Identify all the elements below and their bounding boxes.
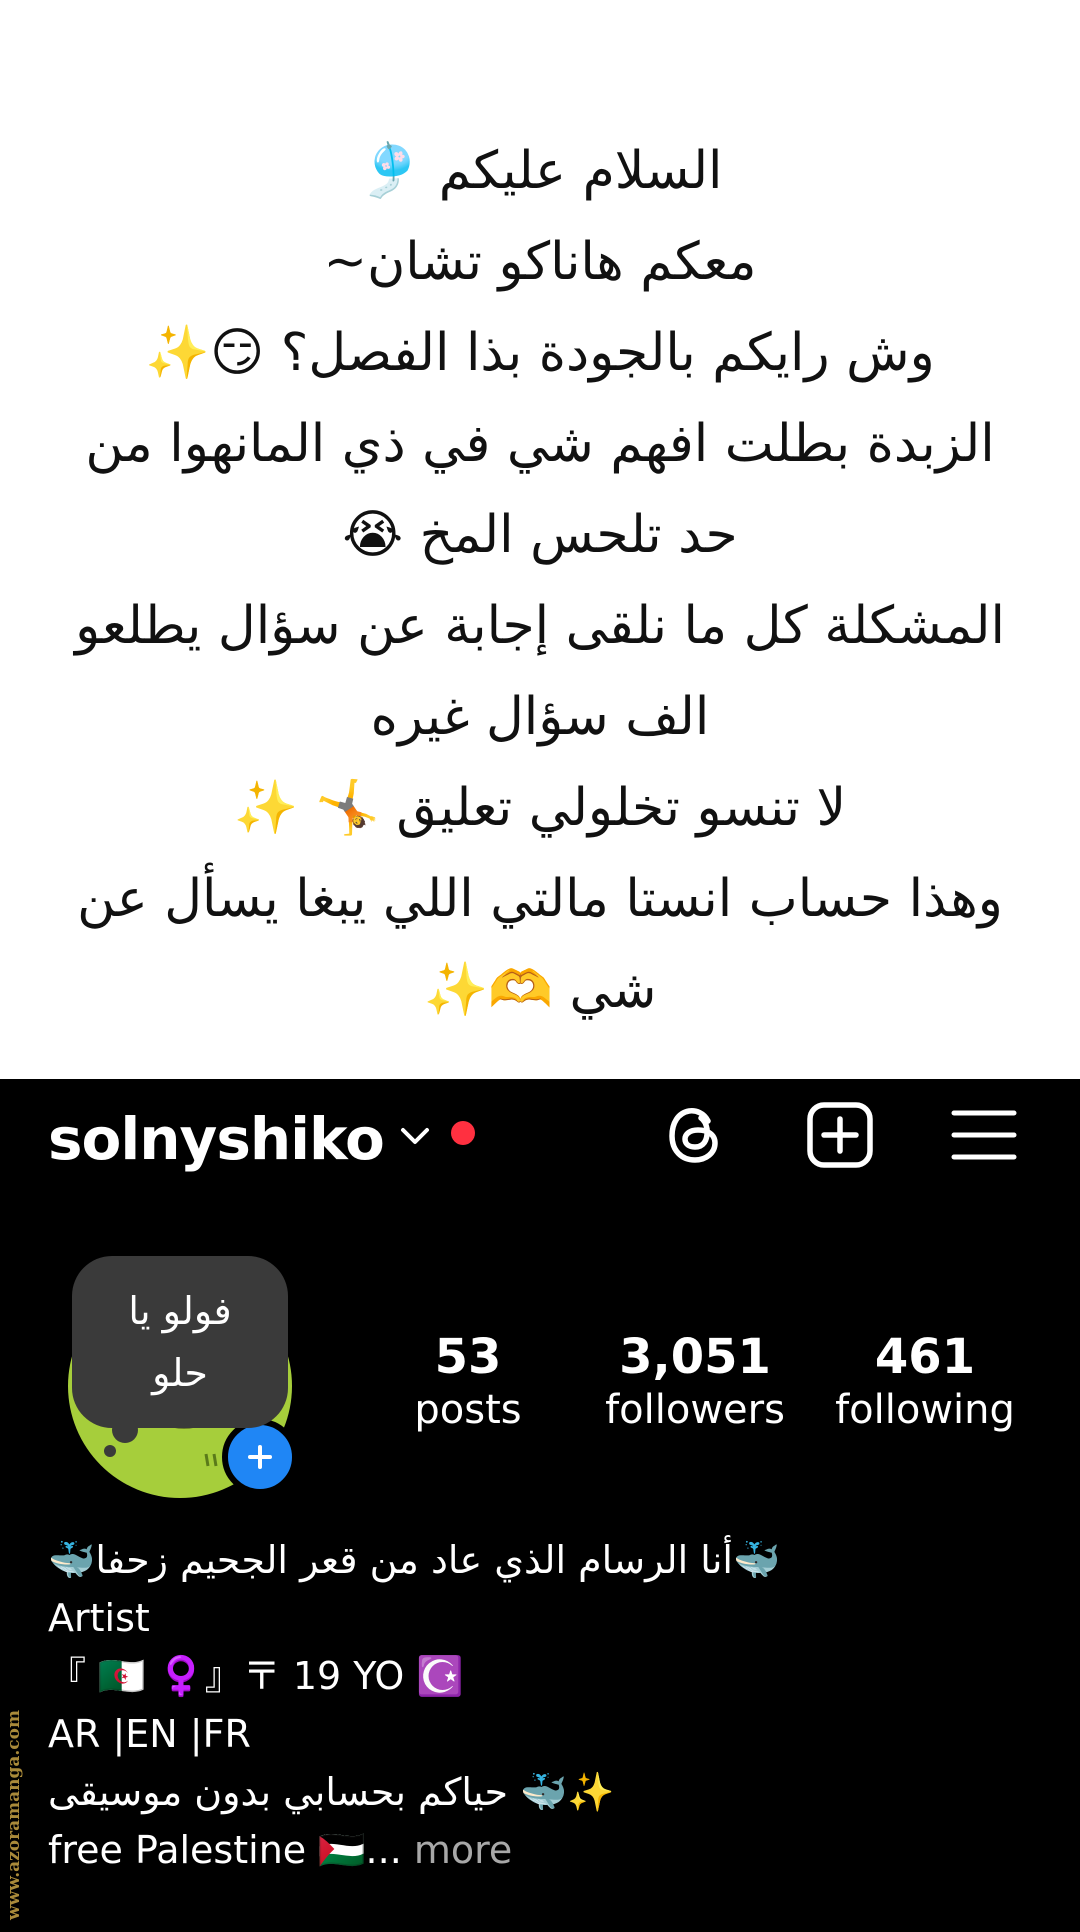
announcement-line: وش رايكم بالجودة بذا الفصل؟ 😏✨ (145, 323, 935, 383)
profile-screen: solnyshiko فولو يا حلو 53 posts 3,051 fo… (0, 1079, 1080, 1932)
announcement-line: لا تنسو تخلولي تعليق 🤸 ✨ (233, 778, 847, 838)
screen: السلام عليكم 🎐 معكم هاناكو تشان~ وش رايك… (0, 0, 1080, 1932)
announcement-line: السلام عليكم 🎐 (357, 141, 723, 201)
bio-line: 『 🇩🇿 ♀️』〒 19 YO ☪️ (48, 1654, 464, 1698)
followers-count: 3,051 (619, 1329, 771, 1385)
note-bubble-tail (104, 1445, 116, 1457)
note-text: حلو (152, 1351, 208, 1395)
username-switcher[interactable]: solnyshiko (48, 1105, 385, 1173)
announcement-line: معكم هاناكو تشان~ (323, 232, 757, 292)
bio-line: Artist (48, 1596, 150, 1640)
note-text: فولو يا (128, 1289, 232, 1333)
hamburger-menu-icon[interactable] (948, 1099, 1020, 1171)
bio-last-line: free Palestine 🇵🇸... more (48, 1821, 1038, 1879)
posts-label: posts (414, 1387, 522, 1433)
following-label: following (835, 1387, 1015, 1433)
profile-header: solnyshiko (0, 1079, 1080, 1189)
watermark: www.azoramanga.com (4, 1710, 24, 1920)
following-count: 461 (874, 1329, 976, 1385)
announcement-line: شي 🫶✨ (423, 960, 657, 1020)
bio-line: 🐳أنا الرسام الذي عاد من قعر الجحيم زحفا🐳 (48, 1538, 781, 1582)
posts-count: 53 (434, 1329, 502, 1385)
announcement-line: المشكلة كل ما نلقى إجابة عن سؤال يطلعو (75, 596, 1005, 656)
announcement-line: الزبدة بطلت افهم شي في ذي المانهوا من (85, 414, 995, 474)
profile-bio: 🐳أنا الرسام الذي عاد من قعر الجحيم زحفا🐳… (48, 1531, 1038, 1879)
announcement-line: وهذا حساب انستا مالتي اللي يبغا يسأل عن (77, 869, 1003, 929)
plus-square-icon[interactable] (804, 1099, 876, 1171)
add-story-button[interactable] (222, 1419, 298, 1495)
followers-label: followers (605, 1387, 785, 1433)
posts-stat[interactable]: 53 posts (398, 1329, 538, 1435)
note-bubble-tail (112, 1417, 138, 1443)
announcement-line: حد تلحس المخ 😭 (342, 505, 738, 565)
announcement-line: الف سؤال غيره (370, 687, 710, 747)
bio-more-link[interactable]: more (402, 1828, 512, 1872)
profile-note[interactable]: فولو يا حلو (72, 1256, 288, 1428)
bio-line: free Palestine 🇵🇸... (48, 1828, 402, 1872)
chevron-down-icon[interactable] (398, 1123, 432, 1149)
threads-icon[interactable] (660, 1099, 732, 1171)
announcement-panel: السلام عليكم 🎐 معكم هاناكو تشان~ وش رايك… (0, 0, 1080, 1079)
bio-line: AR |EN |FR (48, 1712, 251, 1756)
announcement-text: السلام عليكم 🎐 معكم هاناكو تشان~ وش رايك… (40, 126, 1040, 1036)
bio-line: ✨🐳 حياكم بحسابي بدون موسيقى (48, 1770, 615, 1814)
followers-stat[interactable]: 3,051 followers (600, 1329, 790, 1435)
following-stat[interactable]: 461 following (830, 1329, 1020, 1435)
notification-dot (451, 1121, 475, 1145)
